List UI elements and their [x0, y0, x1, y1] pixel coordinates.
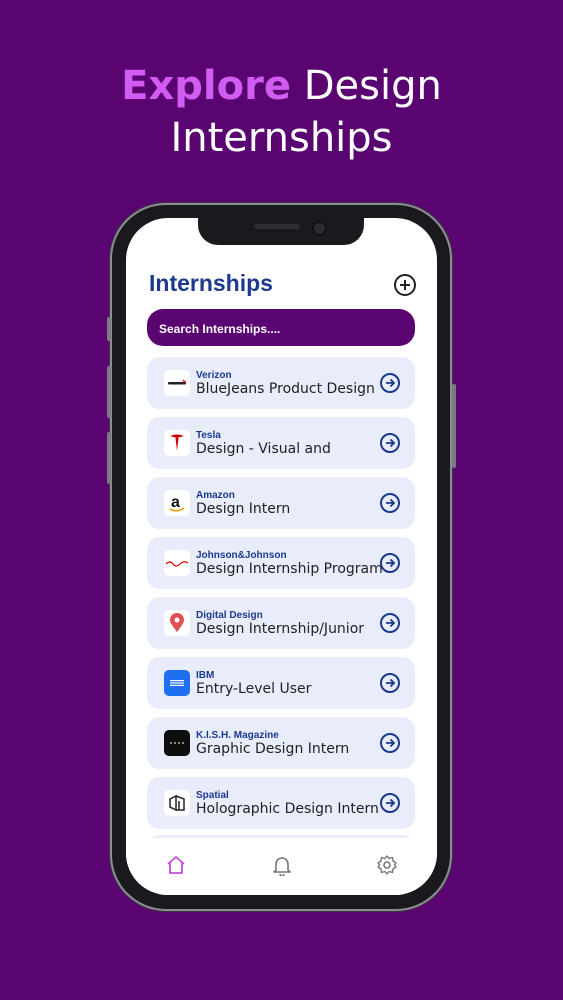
internship-card[interactable]: a Amazon Design Intern — [147, 477, 415, 529]
role-title: Design - Visual and — [196, 441, 331, 457]
internship-list[interactable]: Verizon BlueJeans Product Design Tesla D… — [147, 357, 415, 838]
map-pin-logo-icon — [164, 610, 190, 636]
spatial-logo-icon — [164, 790, 190, 816]
mute-switch — [107, 317, 111, 341]
role-title: Entry-Level User — [196, 681, 312, 697]
arrow-right-circle-icon[interactable] — [380, 673, 400, 693]
notch — [198, 218, 364, 245]
internship-card[interactable]: Spatial Holographic Design Intern — [147, 777, 415, 829]
arrow-right-circle-icon[interactable] — [380, 613, 400, 633]
promo-line1-rest: Design — [290, 63, 442, 109]
ibm-logo-icon — [164, 670, 190, 696]
arrow-right-circle-icon[interactable] — [380, 733, 400, 753]
tab-bar — [126, 840, 437, 895]
company-name: Verizon — [196, 370, 232, 381]
internship-card[interactable]: Johnson&Johnson Design Internship Progra… — [147, 537, 415, 589]
arrow-right-circle-icon[interactable] — [380, 793, 400, 813]
tesla-logo-icon — [164, 430, 190, 456]
arrow-right-circle-icon[interactable] — [380, 373, 400, 393]
internship-card[interactable]: IBM Entry-Level User — [147, 657, 415, 709]
home-icon[interactable] — [165, 854, 187, 876]
page-title: Internships — [149, 270, 273, 296]
company-name: K.I.S.H. Magazine — [196, 730, 279, 741]
kish-logo-icon — [164, 730, 190, 756]
role-title: Design Intern — [196, 501, 291, 517]
volume-up-button — [107, 366, 111, 418]
role-title: Design Internship/Junior — [196, 621, 365, 637]
svg-text:a: a — [171, 494, 180, 511]
internship-card[interactable]: K.I.S.H. Magazine Graphic Design Intern — [147, 717, 415, 769]
arrow-right-circle-icon[interactable] — [380, 493, 400, 513]
role-title: BlueJeans Product Design — [196, 381, 375, 397]
arrow-right-circle-icon[interactable] — [380, 553, 400, 573]
internship-card[interactable]: Tesla Design - Visual and — [147, 417, 415, 469]
speaker — [254, 224, 300, 229]
bell-icon[interactable] — [271, 854, 293, 877]
company-name: IBM — [196, 670, 215, 681]
role-title: Holographic Design Intern — [196, 801, 379, 817]
add-internship-button[interactable] — [394, 274, 416, 296]
promo-accent-word: Explore — [121, 63, 291, 109]
company-name: Digital Design — [196, 610, 263, 621]
company-name: Tesla — [196, 430, 221, 441]
jnj-logo-icon — [164, 550, 190, 576]
app-screen: Internships Search Internships.... Veriz… — [126, 218, 437, 895]
verizon-logo-icon — [164, 370, 190, 396]
internship-card-partial[interactable] — [147, 835, 415, 838]
company-name: Spatial — [196, 790, 229, 801]
role-title: Design Internship Program — [196, 561, 383, 577]
volume-down-button — [107, 432, 111, 484]
gear-icon[interactable] — [376, 854, 398, 876]
amazon-logo-icon: a — [164, 490, 190, 516]
front-camera — [314, 223, 325, 234]
internship-card[interactable]: Digital Design Design Internship/Junior — [147, 597, 415, 649]
company-name: Amazon — [196, 490, 235, 501]
power-button — [452, 384, 456, 468]
promo-line2: Internships — [170, 115, 393, 161]
promo-headline: Explore Design Internships — [0, 60, 563, 164]
role-title: Graphic Design Intern — [196, 741, 350, 757]
search-input[interactable]: Search Internships.... — [147, 309, 415, 346]
company-name: Johnson&Johnson — [196, 550, 287, 561]
internship-card[interactable]: Verizon BlueJeans Product Design — [147, 357, 415, 409]
arrow-right-circle-icon[interactable] — [380, 433, 400, 453]
